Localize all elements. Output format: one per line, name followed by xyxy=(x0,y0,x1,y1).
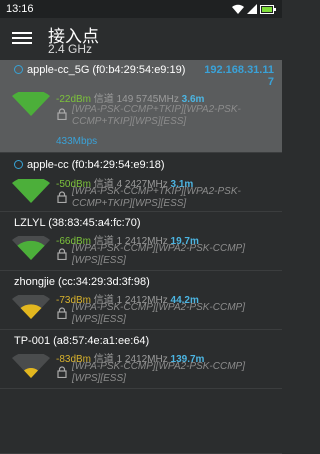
network-name: zhongjie (cc:34:29:3d:3f:98) xyxy=(14,276,150,288)
access-point-list: apple-cc_5G (f0:b4:29:54:e9:19) 192.168.… xyxy=(0,60,282,389)
capabilities: [WPA-PSK-CCMP+TKIP][WPA2-PSK-CCMP+TKIP][… xyxy=(72,104,241,127)
menu-icon-line xyxy=(12,32,32,34)
wifi-signal-icon xyxy=(12,295,50,319)
wifi-status-icon xyxy=(232,4,244,14)
wifi-signal-icon xyxy=(12,354,50,378)
wifi-signal-icon xyxy=(12,92,50,116)
capabilities: [WPA-PSK-CCMP][WPA2-PSK-CCMP][WPS][ESS] xyxy=(72,302,245,325)
network-name: apple-cc_5G (f0:b4:29:54:e9:19) xyxy=(14,64,185,76)
app-bar: 接入点 2.4 GHz xyxy=(0,18,282,60)
list-item[interactable]: apple-cc_5G (f0:b4:29:54:e9:19) 192.168.… xyxy=(0,60,282,153)
menu-button[interactable] xyxy=(12,29,32,47)
wifi-signal-icon xyxy=(12,236,50,260)
link-speed: 433Mbps xyxy=(56,136,98,147)
status-time: 13:16 xyxy=(6,3,34,15)
lock-icon xyxy=(57,366,67,378)
status-bar: 13:16 xyxy=(0,0,282,18)
page-subtitle: 2.4 GHz xyxy=(48,42,93,56)
smile-icon xyxy=(14,160,23,169)
network-name: TP-001 (a8:57:4e:a1:ee:64) xyxy=(14,335,150,347)
lock-icon xyxy=(57,307,67,319)
cell-signal-icon xyxy=(247,4,257,14)
network-name: apple-cc (f0:b4:29:54:e9:18) xyxy=(14,159,165,171)
wifi-signal-icon xyxy=(12,179,50,203)
ip-address: 192.168.31.117 xyxy=(204,64,274,88)
signal-line: -22dBm 信道 149 5745MHz 3.6m xyxy=(56,94,205,105)
list-item[interactable]: TP-001 (a8:57:4e:a1:ee:64) -83dBm 信道 1 2… xyxy=(0,330,282,389)
lock-icon xyxy=(57,191,67,203)
capabilities: [WPA-PSK-CCMP][WPA2-PSK-CCMP][WPS][ESS] xyxy=(72,361,245,384)
lock-icon xyxy=(57,248,67,260)
capabilities: [WPA-PSK-CCMP][WPA2-PSK-CCMP][WPS][ESS] xyxy=(72,243,245,266)
smile-icon xyxy=(14,65,23,74)
list-item[interactable]: zhongjie (cc:34:29:3d:3f:98) -73dBm 信道 1… xyxy=(0,271,282,330)
battery-icon xyxy=(260,4,276,14)
capabilities: [WPA-PSK-CCMP+TKIP][WPA2-PSK-CCMP+TKIP][… xyxy=(72,186,241,209)
network-name: LZLYL (38:83:45:a4:fc:70) xyxy=(14,217,141,229)
status-icons xyxy=(232,2,276,16)
list-item[interactable]: apple-cc (f0:b4:29:54:e9:18) -50dBm 信道 4… xyxy=(0,153,282,212)
menu-icon-line xyxy=(12,42,32,44)
lock-icon xyxy=(57,108,67,120)
menu-icon-line xyxy=(12,37,32,39)
list-item[interactable]: LZLYL (38:83:45:a4:fc:70) -66dBm 信道 1 24… xyxy=(0,212,282,271)
